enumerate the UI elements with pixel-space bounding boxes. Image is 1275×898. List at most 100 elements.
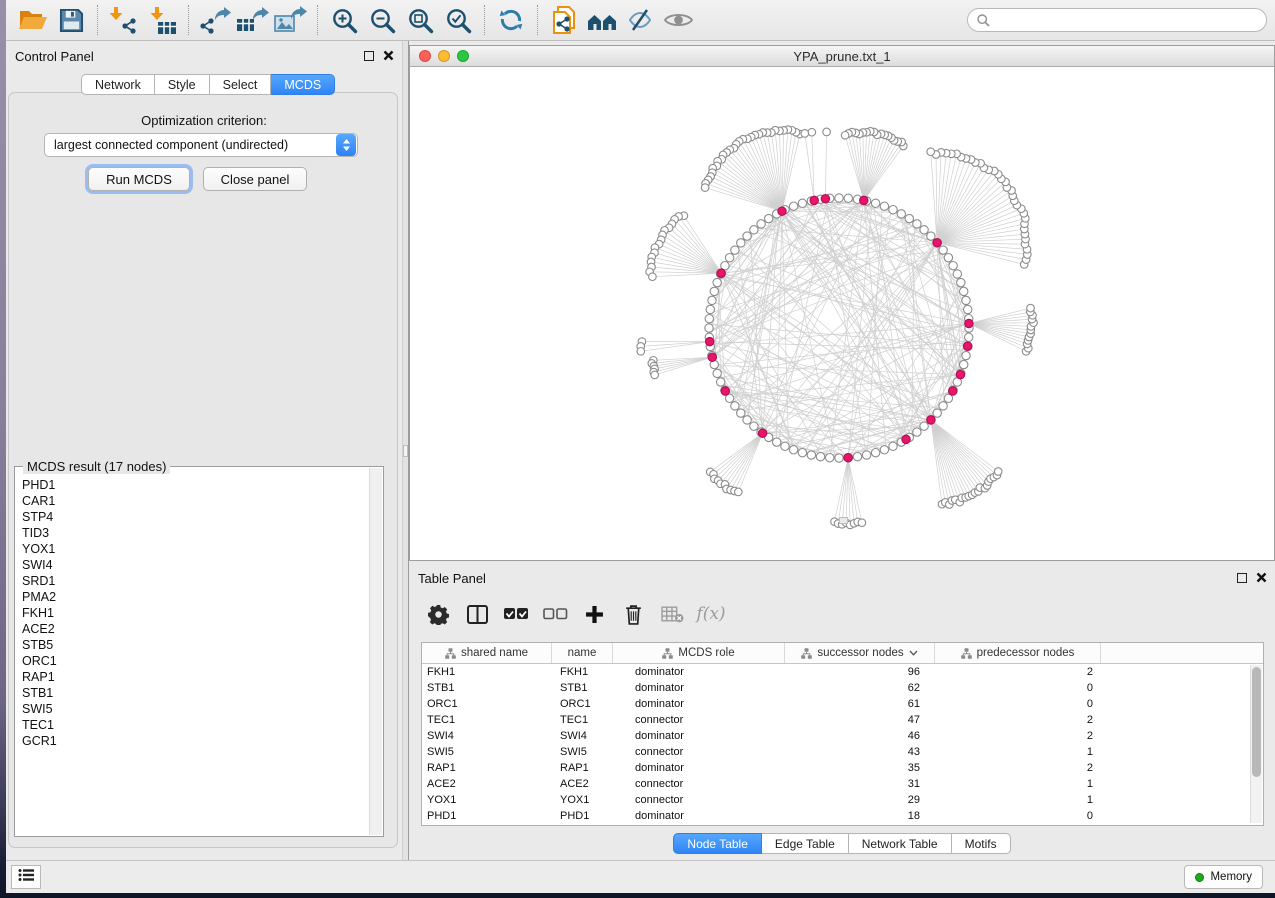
refresh-icon[interactable] (492, 3, 530, 37)
share-network-icon[interactable] (545, 3, 583, 37)
optimization-criterion-select[interactable]: largest connected component (undirected) (44, 133, 358, 157)
table-row[interactable]: TEC1TEC1connector472 (422, 712, 1263, 728)
table-row[interactable]: FKH1FKH1dominator962 (422, 664, 1263, 680)
cell: 35 (785, 762, 935, 774)
mcds-result-item[interactable]: YOX1 (22, 541, 383, 557)
mcds-result-item[interactable]: SRD1 (22, 573, 383, 589)
show-panel-list-button[interactable] (11, 865, 41, 889)
tab-select[interactable]: Select (210, 74, 272, 95)
zoom-window-icon[interactable] (457, 50, 469, 62)
zoom-selected-icon[interactable] (439, 3, 477, 37)
mcds-result-item[interactable]: PHD1 (22, 477, 383, 493)
export-table-icon[interactable] (234, 3, 272, 37)
table-row[interactable]: ORC1ORC1dominator610 (422, 696, 1263, 712)
import-table-icon[interactable] (143, 3, 181, 37)
column-header-mcds-role[interactable]: MCDS role (613, 643, 785, 663)
save-session-icon[interactable] (52, 3, 90, 37)
mcds-result-item[interactable]: STB5 (22, 637, 383, 653)
table-row[interactable]: SWI5SWI5connector431 (422, 744, 1263, 760)
cell: TEC1 (422, 714, 552, 726)
scrollbar-thumb[interactable] (1252, 667, 1261, 777)
table-row[interactable]: ACE2ACE2connector311 (422, 776, 1263, 792)
deselect-all-rows-icon[interactable] (540, 599, 570, 629)
table-row[interactable]: YOX1YOX1connector291 (422, 792, 1263, 808)
mcds-result-item[interactable]: ORC1 (22, 653, 383, 669)
mcds-result-item[interactable]: ACE2 (22, 621, 383, 637)
add-column-icon[interactable] (579, 599, 609, 629)
mcds-result-item[interactable]: SWI4 (22, 557, 383, 573)
float-panel-icon[interactable] (364, 51, 374, 61)
delete-column-icon[interactable] (618, 599, 648, 629)
toolbar-separator (97, 5, 98, 35)
tab-network-table[interactable]: Network Table (849, 833, 952, 854)
tab-network[interactable]: Network (81, 74, 155, 95)
open-session-icon[interactable] (14, 3, 52, 37)
mcds-result-item[interactable]: STB1 (22, 685, 383, 701)
tab-node-table[interactable]: Node Table (673, 833, 762, 854)
table-row[interactable]: RAP1RAP1dominator352 (422, 760, 1263, 776)
table-row[interactable]: SWI4SWI4dominator462 (422, 728, 1263, 744)
tab-style[interactable]: Style (155, 74, 210, 95)
table-scrollbar[interactable] (1250, 665, 1262, 823)
mcds-result-item[interactable]: TEC1 (22, 717, 383, 733)
cell: 43 (785, 746, 935, 758)
cell: 0 (935, 682, 1101, 694)
tab-edge-table[interactable]: Edge Table (762, 833, 849, 854)
application-window: Control Panel NetworkStyleSelectMCDS Opt… (6, 0, 1275, 893)
cell: dominator (613, 762, 785, 774)
column-header-predecessor-nodes[interactable]: predecessor nodes (935, 643, 1101, 663)
mcds-result-item[interactable]: CAR1 (22, 493, 383, 509)
run-mcds-button[interactable]: Run MCDS (88, 167, 190, 191)
search-box[interactable] (967, 8, 1267, 32)
zoom-out-icon[interactable] (363, 3, 401, 37)
minimize-window-icon[interactable] (438, 50, 450, 62)
splitter-handle[interactable] (839, 517, 848, 524)
select-all-rows-icon[interactable] (501, 599, 531, 629)
tab-mcds[interactable]: MCDS (271, 74, 335, 95)
close-window-icon[interactable] (419, 50, 431, 62)
float-panel-icon[interactable] (1237, 573, 1247, 583)
mcds-result-item[interactable]: RAP1 (22, 669, 383, 685)
mcds-result-item[interactable]: PMA2 (22, 589, 383, 605)
export-network-icon[interactable] (196, 3, 234, 37)
vertical-splitter[interactable] (402, 41, 409, 860)
cell: 61 (785, 698, 935, 710)
gear-icon[interactable] (423, 599, 453, 629)
hide-graphics-details-icon[interactable] (621, 3, 659, 37)
column-header-successor-nodes[interactable]: successor nodes (785, 643, 935, 663)
column-header-shared-name[interactable]: shared name (422, 643, 552, 663)
table-row[interactable]: PHD1PHD1dominator180 (422, 808, 1263, 824)
network-window-titlebar[interactable]: YPA_prune.txt_1 (410, 46, 1274, 67)
show-graphics-details-icon[interactable] (659, 3, 697, 37)
search-icon (977, 14, 990, 27)
zoom-fit-icon[interactable] (401, 3, 439, 37)
result-list-scrollbar[interactable] (369, 468, 382, 835)
table-body: FKH1FKH1dominator962STB1STB1dominator620… (422, 664, 1263, 824)
column-header-name[interactable]: name (552, 643, 613, 663)
export-image-icon[interactable] (272, 3, 310, 37)
mcds-result-item[interactable]: SWI5 (22, 701, 383, 717)
cell: 2 (935, 762, 1101, 774)
close-panel-button[interactable]: Close panel (203, 167, 307, 191)
search-input[interactable] (996, 13, 1257, 27)
table-row[interactable]: STB1STB1dominator620 (422, 680, 1263, 696)
network-canvas[interactable] (410, 67, 1274, 560)
memory-button[interactable]: Memory (1184, 865, 1263, 889)
show-columns-icon[interactable] (462, 599, 492, 629)
cell: SWI5 (552, 746, 613, 758)
import-network-icon[interactable] (105, 3, 143, 37)
mcds-result-item[interactable]: STP4 (22, 509, 383, 525)
close-panel-icon[interactable] (383, 50, 394, 62)
mcds-result-title: MCDS result (17 nodes) (23, 459, 170, 474)
network-overview-icon[interactable] (583, 3, 621, 37)
splitter-handle[interactable] (403, 445, 408, 457)
mcds-result-item[interactable]: GCR1 (22, 733, 383, 749)
mcds-result-item[interactable]: FKH1 (22, 605, 383, 621)
tab-motifs[interactable]: Motifs (952, 833, 1011, 854)
control-panel: Control Panel NetworkStyleSelectMCDS Opt… (6, 41, 402, 860)
cell: 96 (785, 666, 935, 678)
mcds-result-item[interactable]: TID3 (22, 525, 383, 541)
horizontal-splitter[interactable] (409, 520, 1275, 524)
close-panel-icon[interactable] (1256, 572, 1267, 584)
zoom-in-icon[interactable] (325, 3, 363, 37)
